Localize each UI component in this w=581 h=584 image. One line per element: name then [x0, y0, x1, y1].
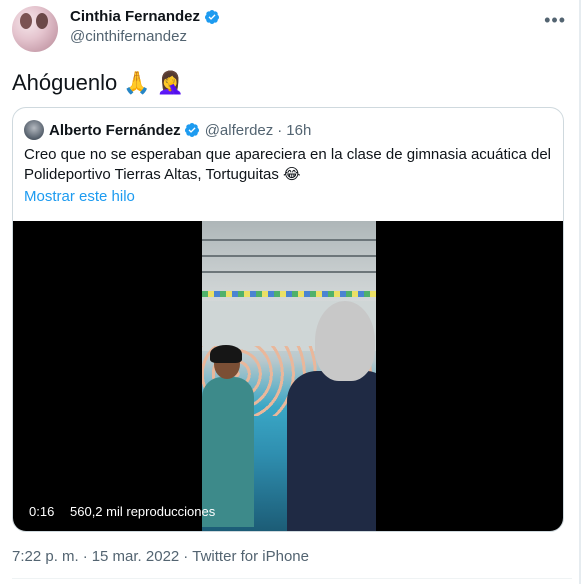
woman-hair	[210, 345, 242, 363]
show-thread-link[interactable]: Mostrar este hilo	[24, 188, 135, 205]
tweet-source[interactable]: Twitter for iPhone	[192, 548, 309, 565]
folded-hands-emoji: 🙏	[123, 70, 151, 95]
quoted-tweet-header: Alberto Fernández @alferdez · 16h	[24, 120, 311, 140]
roof-beam	[202, 255, 376, 257]
footer-separator: ·	[183, 548, 189, 565]
more-horizontal-icon[interactable]: •••	[544, 10, 566, 31]
tweet-time[interactable]: 7:22 p. m.	[12, 548, 79, 565]
facepalm-emoji: 🤦‍♀️	[156, 70, 185, 95]
display-name-row: Cinthia Fernandez	[70, 8, 220, 25]
tweet-footer: 7:22 p. m. · 15 mar. 2022 · Twitter for …	[12, 548, 309, 565]
roof-beam	[202, 239, 376, 241]
video-views: 560,2 mil reproducciones	[70, 504, 216, 519]
verified-badge-icon	[205, 9, 220, 24]
tweet-header: Cinthia Fernandez @cinthifernandez •••	[12, 6, 572, 52]
pennant-flags	[202, 291, 376, 297]
video-duration: 0:16	[29, 504, 55, 519]
quoted-separator: ·	[277, 121, 283, 139]
quoted-avatar[interactable]	[24, 120, 44, 140]
avatar[interactable]	[12, 6, 58, 52]
man-hair	[315, 301, 375, 381]
author-names: Cinthia Fernandez @cinthifernandez	[70, 8, 220, 45]
tweet-text-content: Ahóguenlo	[12, 70, 118, 95]
quoted-tweet-card[interactable]: Alberto Fernández @alferdez · 16h Creo q…	[12, 107, 564, 532]
quoted-handle[interactable]: @alferdez	[205, 122, 274, 139]
tweet-date[interactable]: 15 mar. 2022	[92, 548, 180, 565]
quoted-tweet-text: Creo que no se esperaban que apareciera …	[24, 146, 552, 183]
man-suit	[287, 371, 376, 531]
quoted-verified-badge-icon	[184, 123, 199, 137]
quoted-timestamp[interactable]: 16h	[286, 122, 311, 139]
video-frame	[202, 221, 376, 531]
footer-divider	[12, 578, 572, 579]
footer-separator: ·	[82, 548, 88, 565]
quoted-display-name[interactable]: Alberto Fernández	[49, 122, 181, 139]
man-figure	[287, 301, 376, 531]
tweet-text: Ahóguenlo 🙏 🤦‍♀️	[12, 70, 184, 96]
author-handle[interactable]: @cinthifernandez	[70, 28, 220, 45]
author-display-name[interactable]: Cinthia Fernandez	[70, 8, 200, 25]
roof-beam	[202, 271, 376, 273]
video-player[interactable]: 0:16 560,2 mil reproducciones	[13, 221, 563, 531]
